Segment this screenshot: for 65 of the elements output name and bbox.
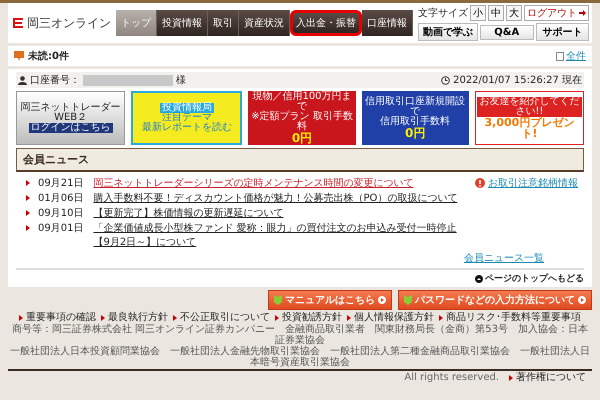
nav-tab[interactable]: 入出金・振替 bbox=[290, 10, 362, 36]
bullet-icon bbox=[509, 374, 513, 380]
footer-link[interactable]: 重要事項の確認 bbox=[26, 312, 96, 323]
bullet-icon bbox=[26, 225, 30, 231]
leaf-icon bbox=[404, 295, 412, 305]
account-suffix: 様 bbox=[176, 74, 186, 87]
news-date: 01月06日 bbox=[38, 192, 84, 205]
footer-link[interactable]: 不公正取引について bbox=[180, 312, 270, 323]
font-size-button[interactable]: 中 bbox=[488, 5, 504, 21]
news-link[interactable]: 岡三ネットトレーダーシリーズの定時メンテナンス時間の変更について bbox=[93, 176, 414, 190]
bullet-icon bbox=[19, 314, 23, 320]
unread-count: 未読:0件 bbox=[28, 50, 69, 63]
promo-banner[interactable]: 岡三ネットトレーダーWEB２ ログインはこちら bbox=[16, 91, 126, 145]
clock-icon bbox=[441, 76, 450, 84]
copyright-link[interactable]: 著作権について bbox=[516, 372, 586, 383]
bullet-icon bbox=[101, 314, 105, 320]
disclosure-text: 商号等：岡三証券株式会社 岡三オンライン証券カンパニー 金融商品取引業者 関東財務局長（金商）第53号 加入協会：日本証券業協会 bbox=[11, 324, 589, 346]
header-link[interactable]: Q&A bbox=[480, 24, 534, 40]
footer-link[interactable]: 個人情報保護方針 bbox=[354, 312, 434, 323]
nav-tab[interactable]: 投資情報 bbox=[157, 10, 208, 36]
logo-text: 岡三オンライン bbox=[27, 14, 111, 32]
logout-button[interactable]: ログアウト bbox=[524, 5, 589, 21]
news-heading: 会員ニュース bbox=[16, 148, 584, 172]
timestamp: 2022/01/07 15:26:27 現在 bbox=[453, 74, 582, 87]
message-icon bbox=[14, 51, 24, 61]
news-date: 09月01日 bbox=[38, 222, 84, 235]
bullet-icon bbox=[173, 314, 177, 320]
rights-text: All rights reserved. bbox=[404, 372, 499, 383]
bullet-icon bbox=[347, 314, 351, 320]
disclosure-text: 一般社団法人日本投資顧問業協会 一般社団法人金融先物取引業協会 一般社団法人第二種金融商品取引業協会 一般社団法人日本暗号資産取引業協会 bbox=[9, 346, 591, 368]
leaf-icon bbox=[274, 295, 282, 305]
bullet-icon bbox=[439, 314, 443, 320]
news-link[interactable]: 購入手数料不要！ディスカウント価格が魅力！公募売出株（PO）の取扱について bbox=[93, 191, 458, 205]
bullet-icon bbox=[26, 180, 30, 186]
bullet-icon bbox=[26, 195, 30, 201]
up-arrow-icon bbox=[475, 274, 483, 282]
footer-link[interactable]: 投資勧誘方針 bbox=[282, 312, 342, 323]
bullet-icon bbox=[275, 314, 279, 320]
nav-tab[interactable]: 取引 bbox=[208, 10, 239, 36]
news-link[interactable]: 【更新完了】株価情報の更新遅延について bbox=[93, 206, 284, 220]
warning-icon bbox=[475, 178, 485, 188]
footer-link[interactable]: 商品リスク･手数料等重要事項 bbox=[446, 312, 581, 323]
person-icon bbox=[18, 76, 27, 84]
font-size-button[interactable]: 小 bbox=[470, 5, 486, 21]
news-link[interactable]: 「企業価値成長小型株ファンド 愛称：眼力」の買付注文のお申込み受付一時停止【9月2日～】について bbox=[93, 221, 467, 249]
news-date: 09月21日 bbox=[38, 177, 84, 190]
arrow-icon bbox=[378, 296, 386, 304]
account-label: 口座番号： bbox=[30, 74, 80, 87]
bullet-icon bbox=[26, 210, 30, 216]
nav-tab[interactable]: 口座情報 bbox=[362, 10, 413, 36]
font-size-label: 文字サイズ bbox=[418, 6, 468, 20]
promo-banner[interactable]: 信用取引口座新規開設で 信用取引手数料 0円 bbox=[362, 91, 469, 145]
all-link[interactable]: 全件 bbox=[566, 49, 586, 63]
news-list-link[interactable]: 会員ニュース一覧 bbox=[464, 253, 544, 264]
header-link[interactable]: サポート bbox=[536, 23, 589, 41]
logo-icon bbox=[12, 17, 24, 29]
page-top-link[interactable]: ページのトップへもどる bbox=[475, 272, 584, 285]
header-link[interactable]: 動画で学ぶ bbox=[418, 23, 478, 41]
arrow-icon bbox=[579, 10, 586, 16]
news-date: 09月10日 bbox=[38, 207, 84, 220]
footer-link[interactable]: 最良執行方針 bbox=[108, 312, 168, 323]
promo-banner[interactable]: 現物／信用100万円まで ※定額プラン 取引手数料 0円 bbox=[248, 91, 356, 145]
font-size-button[interactable]: 大 bbox=[506, 5, 522, 21]
nav-tab[interactable]: 資産状況 bbox=[239, 10, 290, 36]
arrow-icon bbox=[578, 296, 586, 304]
